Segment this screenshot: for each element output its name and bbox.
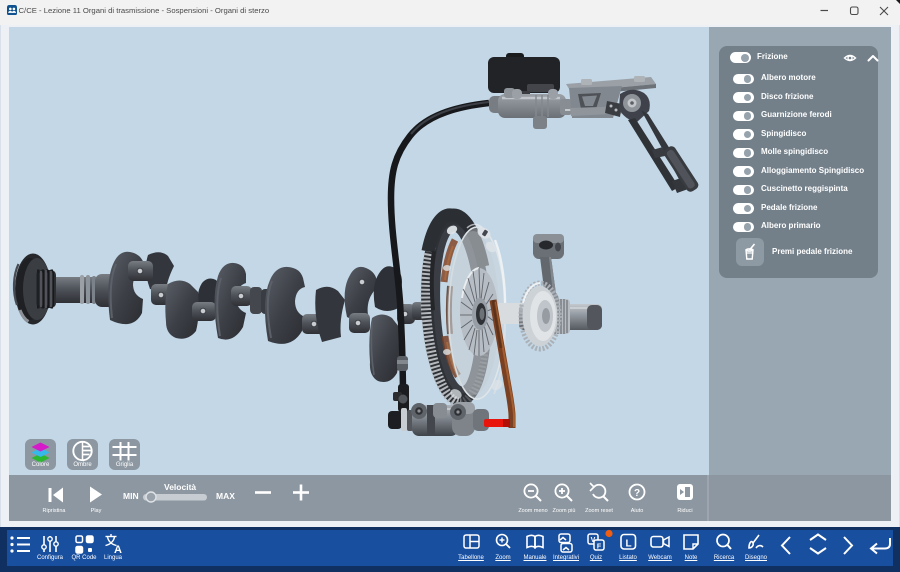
svg-text:F: F: [597, 544, 602, 551]
svg-text:L: L: [625, 539, 631, 550]
svg-text:V: V: [591, 537, 596, 544]
svg-text:?: ?: [634, 488, 640, 499]
